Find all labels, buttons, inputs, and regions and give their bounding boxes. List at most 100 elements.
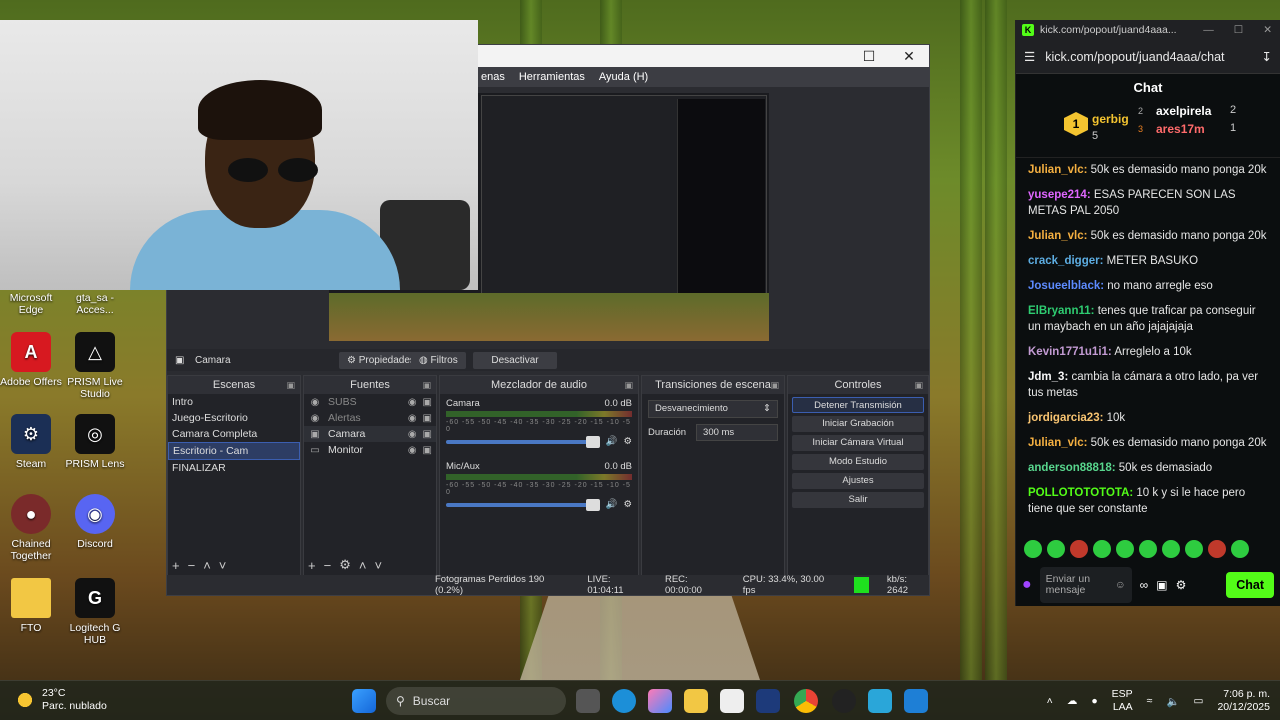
source-item[interactable]: ▭ Monitor ◉ ▣ (304, 442, 436, 458)
desktop-icon-adobe-offers[interactable]: A Adobe Offers (0, 332, 62, 388)
taskbar-search[interactable]: ⚲ Buscar (386, 687, 566, 715)
scene-item-selected[interactable]: Escritorio - Cam (168, 442, 300, 460)
leader-user[interactable]: ares17m (1156, 122, 1205, 136)
download-icon[interactable]: ↧ (1262, 49, 1272, 64)
chat-username[interactable]: Julian_vlc (1028, 437, 1084, 449)
chat-username[interactable]: anderson88818 (1028, 462, 1112, 474)
gear-icon[interactable]: ⚙ (339, 557, 351, 573)
visibility-icon[interactable]: ◉ (408, 445, 417, 456)
emote-icon[interactable] (1162, 540, 1180, 558)
scene-item[interactable]: Juego-Escritorio (168, 410, 300, 426)
desktop-icon-logitech[interactable]: G Logitech G HUB (64, 578, 126, 646)
notepad-icon[interactable] (868, 689, 892, 713)
task-view-icon[interactable] (576, 689, 600, 713)
edge-icon[interactable] (612, 689, 636, 713)
maximize-icon[interactable]: ☐ (849, 48, 889, 65)
speaker-icon[interactable]: 🔊 (606, 436, 618, 447)
emote-icon[interactable] (1139, 540, 1157, 558)
clock[interactable]: 7:06 p. m. 20/12/2025 (1217, 688, 1270, 714)
desktop-icon-prism-live[interactable]: △ PRISM Live Studio (64, 332, 126, 400)
microphone-icon[interactable]: ● (1022, 576, 1032, 594)
chat-username[interactable]: POLLOTOTOTOTA (1028, 487, 1129, 499)
chrome-icon[interactable] (794, 689, 818, 713)
copilot-icon[interactable] (648, 689, 672, 713)
transition-select[interactable]: Desvanecimiento ⇕ (648, 400, 778, 418)
desktop-icon-discord[interactable]: ◉ Discord (64, 494, 126, 550)
chevron-up-icon[interactable]: ˄ (1047, 695, 1053, 707)
wifi-icon[interactable]: ≈ (1147, 695, 1153, 707)
remove-icon[interactable]: − (188, 558, 196, 573)
gear-icon[interactable]: ⚙ (623, 436, 632, 447)
site-settings-icon[interactable]: ☰ (1024, 49, 1035, 64)
remove-icon[interactable]: − (324, 558, 332, 573)
chat-input[interactable]: Enviar un mensaje ☺ (1039, 567, 1132, 603)
obs-icon[interactable] (832, 689, 856, 713)
move-down-icon[interactable]: ˅ (374, 558, 382, 573)
filters-button[interactable]: ◍ Filtros (411, 351, 466, 369)
emote-icon[interactable] (1070, 540, 1088, 558)
lock-icon[interactable]: ▣ (423, 445, 432, 456)
emote-icon[interactable] (1024, 540, 1042, 558)
chat-username[interactable]: Josueelblack (1028, 280, 1100, 292)
visibility-icon[interactable]: ◉ (408, 429, 417, 440)
volume-slider[interactable] (446, 498, 600, 511)
desktop-icon-edge[interactable]: Microsoft Edge (0, 292, 62, 316)
link-icon[interactable]: ∞ (1140, 578, 1149, 592)
source-item[interactable]: ◉ SUBS ◉ ▣ (304, 394, 436, 410)
file-explorer-icon[interactable] (684, 689, 708, 713)
chat-username[interactable]: crack_digger (1028, 255, 1100, 267)
leader-user[interactable]: axelpirela (1156, 104, 1211, 118)
chat-username[interactable]: Jdm_3 (1028, 371, 1064, 383)
volume-slider[interactable] (446, 435, 600, 448)
emote-icon[interactable] (1093, 540, 1111, 558)
maximize-icon[interactable]: ☐ (1234, 24, 1243, 36)
visibility-icon[interactable]: ◉ (408, 397, 417, 408)
close-icon[interactable]: ✕ (1263, 24, 1272, 36)
menu-help[interactable]: Ayuda (H) (599, 71, 648, 83)
source-item[interactable]: ◉ Alertas ◉ ▣ (304, 410, 436, 426)
send-chat-button[interactable]: Chat (1226, 572, 1274, 598)
move-down-icon[interactable]: ˅ (219, 558, 227, 573)
start-recording-button[interactable]: Iniciar Grabación (792, 416, 924, 432)
stop-streaming-button[interactable]: Detener Transmisión (792, 397, 924, 413)
desktop-icon-fto[interactable]: FTO (0, 578, 62, 634)
lock-icon[interactable]: ▣ (423, 413, 432, 424)
exit-button[interactable]: Salir (792, 492, 924, 508)
emote-icon[interactable] (1047, 540, 1065, 558)
scene-item[interactable]: Intro (168, 394, 300, 410)
start-virtual-camera-button[interactable]: Iniciar Cámara Virtual (792, 435, 924, 451)
scene-item[interactable]: FINALIZAR (168, 460, 300, 476)
microphone-icon[interactable]: ● (1091, 695, 1097, 707)
battery-icon[interactable]: ▭ (1194, 695, 1204, 707)
move-up-icon[interactable]: ˄ (359, 558, 367, 573)
desktop-icon-steam[interactable]: ⚙ Steam (0, 414, 62, 470)
duration-input[interactable]: 300 ms (696, 424, 778, 441)
kick-urlbar[interactable]: ☰ kick.com/popout/juand4aaa/chat ↧ (1016, 40, 1280, 74)
close-icon[interactable]: ✕ (889, 48, 929, 65)
emote-icon[interactable] (1185, 540, 1203, 558)
chat-username[interactable]: Kevin1771u1i1 (1028, 346, 1108, 358)
volume-icon[interactable]: 🔈 (1166, 695, 1179, 708)
language-indicator[interactable]: ESP LAA (1112, 688, 1133, 714)
chat-username[interactable]: Julian_vlc (1028, 230, 1084, 242)
emoji-icon[interactable]: ☺ (1115, 579, 1126, 591)
menu-tools[interactable]: Herramientas (519, 71, 585, 83)
menu-scenes[interactable]: enas (481, 71, 505, 83)
start-icon[interactable] (352, 689, 376, 713)
chat-username[interactable]: jordigarcia23 (1028, 412, 1100, 424)
add-icon[interactable]: + (172, 558, 180, 573)
desktop-icon-prism-lens[interactable]: ◎ PRISM Lens (64, 414, 126, 470)
move-up-icon[interactable]: ˄ (203, 558, 211, 573)
slider-knob[interactable] (585, 435, 600, 448)
deactivate-button[interactable]: Desactivar (473, 351, 557, 369)
speaker-icon[interactable]: 🔊 (606, 499, 618, 510)
emote-icon[interactable] (1208, 540, 1226, 558)
chat-username[interactable]: Julian_vlc (1028, 164, 1084, 176)
gear-icon[interactable]: ⚙ (1176, 578, 1187, 592)
b-app-icon[interactable] (756, 689, 780, 713)
emote-icon[interactable] (1231, 540, 1249, 558)
chat-username[interactable]: ElBryann11 (1028, 305, 1091, 317)
snipping-icon[interactable] (904, 689, 928, 713)
cloud-icon[interactable]: ☁ (1067, 695, 1078, 707)
weather-widget[interactable]: 23°C Parc. nublado (14, 687, 107, 713)
